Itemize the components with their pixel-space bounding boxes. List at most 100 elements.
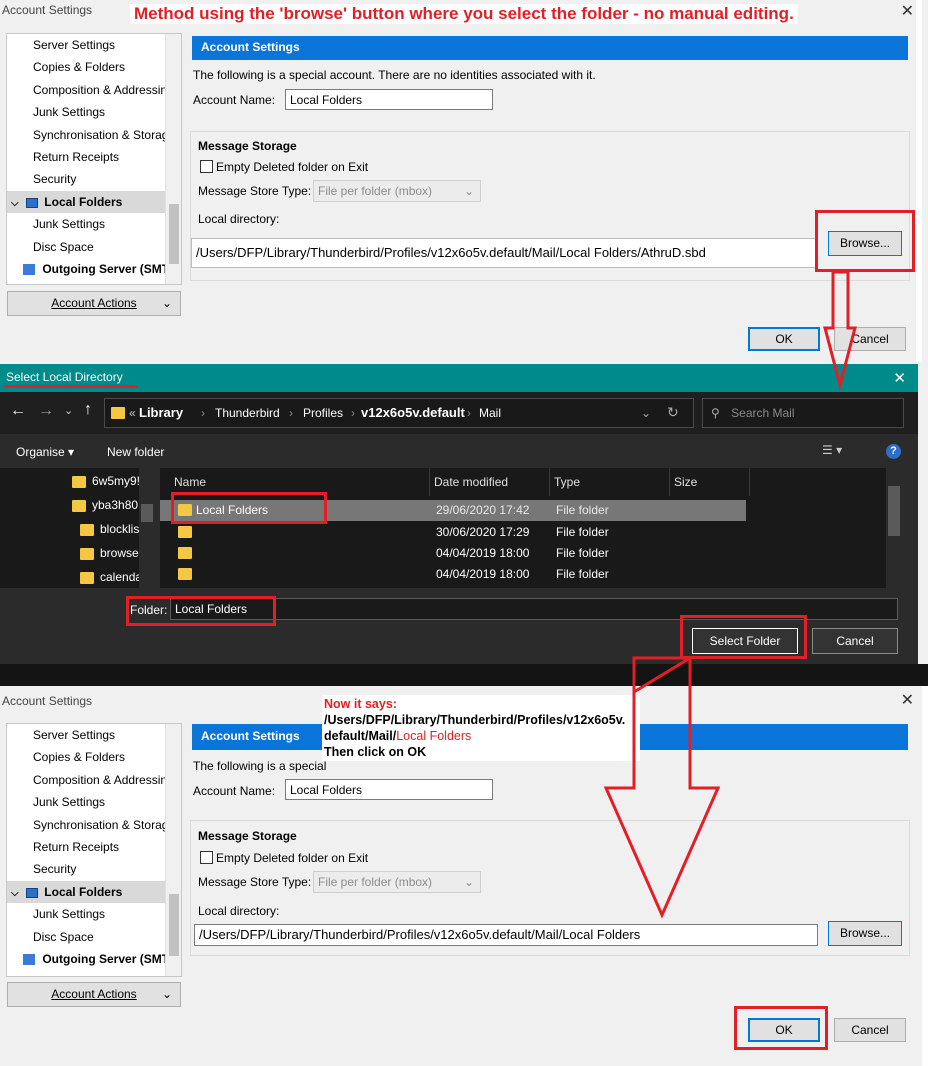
tree-item-return-receipts[interactable]: Return Receipts <box>7 836 165 858</box>
tree-item-local-folders[interactable]: ⌵ Local Folders <box>7 881 165 903</box>
tree-item-label: Local Folders <box>44 195 123 209</box>
list-item[interactable]: 04/04/2019 18:00 File folder <box>160 564 746 585</box>
account-actions-button[interactable]: Account Actions ⌄ <box>7 291 181 316</box>
nav-item[interactable]: browse <box>80 546 139 560</box>
address-chevron-icon[interactable]: ⌄ <box>641 406 651 420</box>
folder-icon <box>80 547 94 560</box>
tree-item-composition[interactable]: Composition & Addressing <box>7 769 165 791</box>
breadcrumb-thunderbird[interactable]: Thunderbird <box>215 406 280 420</box>
tree-item-junk-settings-2[interactable]: Junk Settings <box>7 213 165 235</box>
file-date: 29/06/2020 17:42 <box>436 503 530 517</box>
tree-item-synchronisation[interactable]: Synchronisation & Storage <box>7 124 165 146</box>
tree-item-return-receipts[interactable]: Return Receipts <box>7 146 165 168</box>
account-tree: Server Settings Copies & Folders Composi… <box>6 33 182 285</box>
breadcrumb-profiles[interactable]: Profiles <box>303 406 343 420</box>
nav-item[interactable]: yba3h80. <box>72 498 141 512</box>
chevron-down-icon[interactable]: ⌵ <box>11 888 19 899</box>
up-arrow-icon[interactable]: ↑ <box>84 401 92 419</box>
account-name-input[interactable]: Local Folders <box>285 89 493 110</box>
chevron-down-icon: ⌄ <box>161 296 172 310</box>
chevron-down-icon[interactable]: ⌵ <box>11 198 19 209</box>
chevron-down-icon: ⌄ <box>161 987 172 1001</box>
address-bar[interactable]: « Library › Thunderbird › Profiles › v12… <box>104 398 694 428</box>
empty-deleted-checkbox[interactable] <box>200 851 213 864</box>
tree-item-disc-space[interactable]: Disc Space <box>7 236 165 258</box>
tree-item-outgoing-server[interactable]: Outgoing Server (SMTP) <box>7 258 165 280</box>
top-account-settings-window: Account Settings ✕ Server Settings Copie… <box>0 0 922 362</box>
tree-item-synchronisation[interactable]: Synchronisation & Storage <box>7 814 165 836</box>
nav-item[interactable]: calenda <box>80 570 142 584</box>
new-folder-button[interactable]: New folder <box>107 445 164 459</box>
account-name-input[interactable]: Local Folders <box>285 779 493 800</box>
tree-item-disc-space[interactable]: Disc Space <box>7 926 165 948</box>
highlight-ok <box>734 1006 828 1050</box>
close-icon[interactable]: ✕ <box>893 369 906 387</box>
nav-item[interactable]: blocklis <box>80 522 139 536</box>
nav-scrollbar[interactable] <box>139 468 155 588</box>
tree-item-server-settings[interactable]: Server Settings <box>7 724 165 746</box>
back-arrow-icon[interactable]: ← <box>10 402 26 420</box>
tree-item-local-folders[interactable]: ⌵ Local Folders <box>7 191 165 213</box>
highlight-select-folder <box>680 615 807 659</box>
cancel-button[interactable]: Cancel <box>834 327 906 351</box>
breadcrumb-library[interactable]: Library <box>139 405 183 420</box>
account-tree: Server Settings Copies & Folders Composi… <box>6 723 182 977</box>
close-icon[interactable]: ✕ <box>901 1 914 21</box>
organise-menu[interactable]: Organise ▾ <box>16 445 74 459</box>
tree-item-junk-settings[interactable]: Junk Settings <box>7 101 165 123</box>
tree-item-composition[interactable]: Composition & Addressing <box>7 79 165 101</box>
local-dir-input[interactable]: /Users/DFP/Library/Thunderbird/Profiles/… <box>194 924 818 946</box>
tree-item-label: Local Folders <box>44 885 123 899</box>
list-item[interactable]: 04/04/2019 18:00 File folder <box>160 543 746 564</box>
scrollbar-thumb[interactable] <box>141 504 153 522</box>
close-icon[interactable]: ✕ <box>901 690 914 710</box>
file-date: 04/04/2019 18:00 <box>436 567 530 581</box>
breadcrumb-overflow[interactable]: « <box>129 406 136 420</box>
empty-deleted-checkbox[interactable] <box>200 160 213 173</box>
tree-item-outgoing-server[interactable]: Outgoing Server (SMTP) <box>7 948 165 970</box>
view-options-icon[interactable]: ☰ ▾ <box>822 443 842 457</box>
tree-item-security[interactable]: Security <box>7 858 165 880</box>
breadcrumb-profile[interactable]: v12x6o5v.default <box>361 405 465 420</box>
refresh-icon[interactable]: ↻ <box>667 404 679 421</box>
tree-item-copies-folders[interactable]: Copies & Folders <box>7 746 165 768</box>
help-icon[interactable]: ? <box>886 444 901 459</box>
black-gap <box>0 664 928 686</box>
ok-button[interactable]: OK <box>748 327 820 351</box>
scrollbar-thumb[interactable] <box>169 204 179 264</box>
breadcrumb-sep: › <box>201 406 205 420</box>
annotation-title: Method using the 'browse' button where y… <box>130 4 798 24</box>
recent-chevron-icon[interactable]: ⌄ <box>64 404 73 417</box>
store-type-label: Message Store Type: <box>198 184 312 198</box>
list-scrollbar[interactable] <box>886 468 902 588</box>
tree-item-junk-settings[interactable]: Junk Settings <box>7 791 165 813</box>
column-date-modified[interactable]: Date modified <box>430 468 550 496</box>
store-type-select: File per folder (mbox) ⌄ <box>313 180 481 202</box>
window-edge <box>916 0 922 362</box>
scrollbar-thumb[interactable] <box>169 894 179 956</box>
tree-scrollbar[interactable] <box>165 724 181 976</box>
tree-item-server-settings[interactable]: Server Settings <box>7 34 165 56</box>
tree-scrollbar[interactable] <box>165 34 181 284</box>
file-list: Name Date modified Type Size Local Folde… <box>160 468 902 588</box>
tree-item-copies-folders[interactable]: Copies & Folders <box>7 56 165 78</box>
dialog-cancel-button[interactable]: Cancel <box>812 628 898 654</box>
tree-item-junk-settings-2[interactable]: Junk Settings <box>7 903 165 925</box>
nav-item[interactable]: 6w5my9! <box>72 474 140 488</box>
command-bar: Organise ▾ New folder ☰ ▾ ? <box>0 434 918 468</box>
column-size[interactable]: Size <box>670 468 750 496</box>
tree-item-label: Outgoing Server (SMTP) <box>42 952 165 966</box>
account-actions-button[interactable]: Account Actions ⌄ <box>7 982 181 1007</box>
cancel-button[interactable]: Cancel <box>834 1018 906 1042</box>
local-dir-label: Local directory: <box>198 904 280 918</box>
forward-arrow-icon[interactable]: → <box>38 402 54 420</box>
tree-item-security[interactable]: Security <box>7 168 165 190</box>
search-input[interactable]: ⚲ Search Mail <box>702 398 904 428</box>
navigation-bar: ← → ⌄ ↑ « Library › Thunderbird › Profil… <box>0 392 918 434</box>
list-item[interactable]: 30/06/2020 17:29 File folder <box>160 522 746 543</box>
browse-button[interactable]: Browse... <box>828 921 902 946</box>
column-type[interactable]: Type <box>550 468 670 496</box>
local-dir-input[interactable]: /Users/DFP/Library/Thunderbird/Profiles/… <box>191 238 817 268</box>
scrollbar-thumb[interactable] <box>888 486 900 536</box>
breadcrumb-mail[interactable]: Mail <box>479 406 501 420</box>
